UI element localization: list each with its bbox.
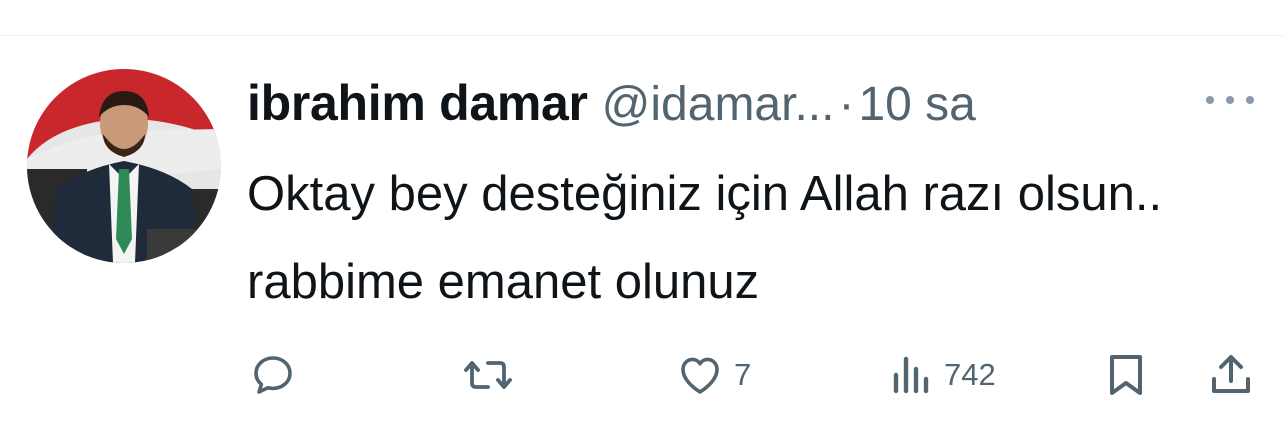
author-name[interactable]: ibrahim damar (247, 74, 588, 132)
bookmark-icon (1104, 351, 1148, 399)
views-button[interactable]: 742 (890, 351, 996, 399)
more-dot (1206, 96, 1214, 104)
tweet[interactable]: ibrahim damar @idamar... · 10 sa Oktay b… (0, 36, 1284, 424)
author-handle[interactable]: @idamar... (602, 77, 835, 132)
more-dot (1226, 96, 1234, 104)
reply-button[interactable] (249, 351, 297, 399)
like-button[interactable]: 7 (676, 351, 751, 399)
action-bar: 7 742 (0, 339, 1284, 409)
share-icon (1208, 351, 1254, 399)
heart-icon (676, 351, 724, 399)
views-count: 742 (944, 357, 996, 392)
like-count: 7 (734, 357, 752, 392)
retweet-icon (462, 351, 514, 399)
share-button[interactable] (1208, 351, 1254, 399)
avatar[interactable] (27, 69, 221, 263)
reply-icon (249, 351, 297, 399)
tweet-text: Oktay bey desteğiniz için Allah razı ols… (247, 167, 1163, 309)
separator-dot: · (838, 78, 855, 131)
tweet-header: ibrahim damar @idamar... · 10 sa (247, 74, 976, 134)
views-icon (890, 351, 934, 399)
more-dot (1246, 96, 1254, 104)
timestamp[interactable]: 10 sa (858, 77, 975, 132)
bookmark-button[interactable] (1104, 351, 1148, 399)
retweet-button[interactable] (462, 351, 514, 399)
more-options-icon[interactable] (1206, 88, 1254, 112)
